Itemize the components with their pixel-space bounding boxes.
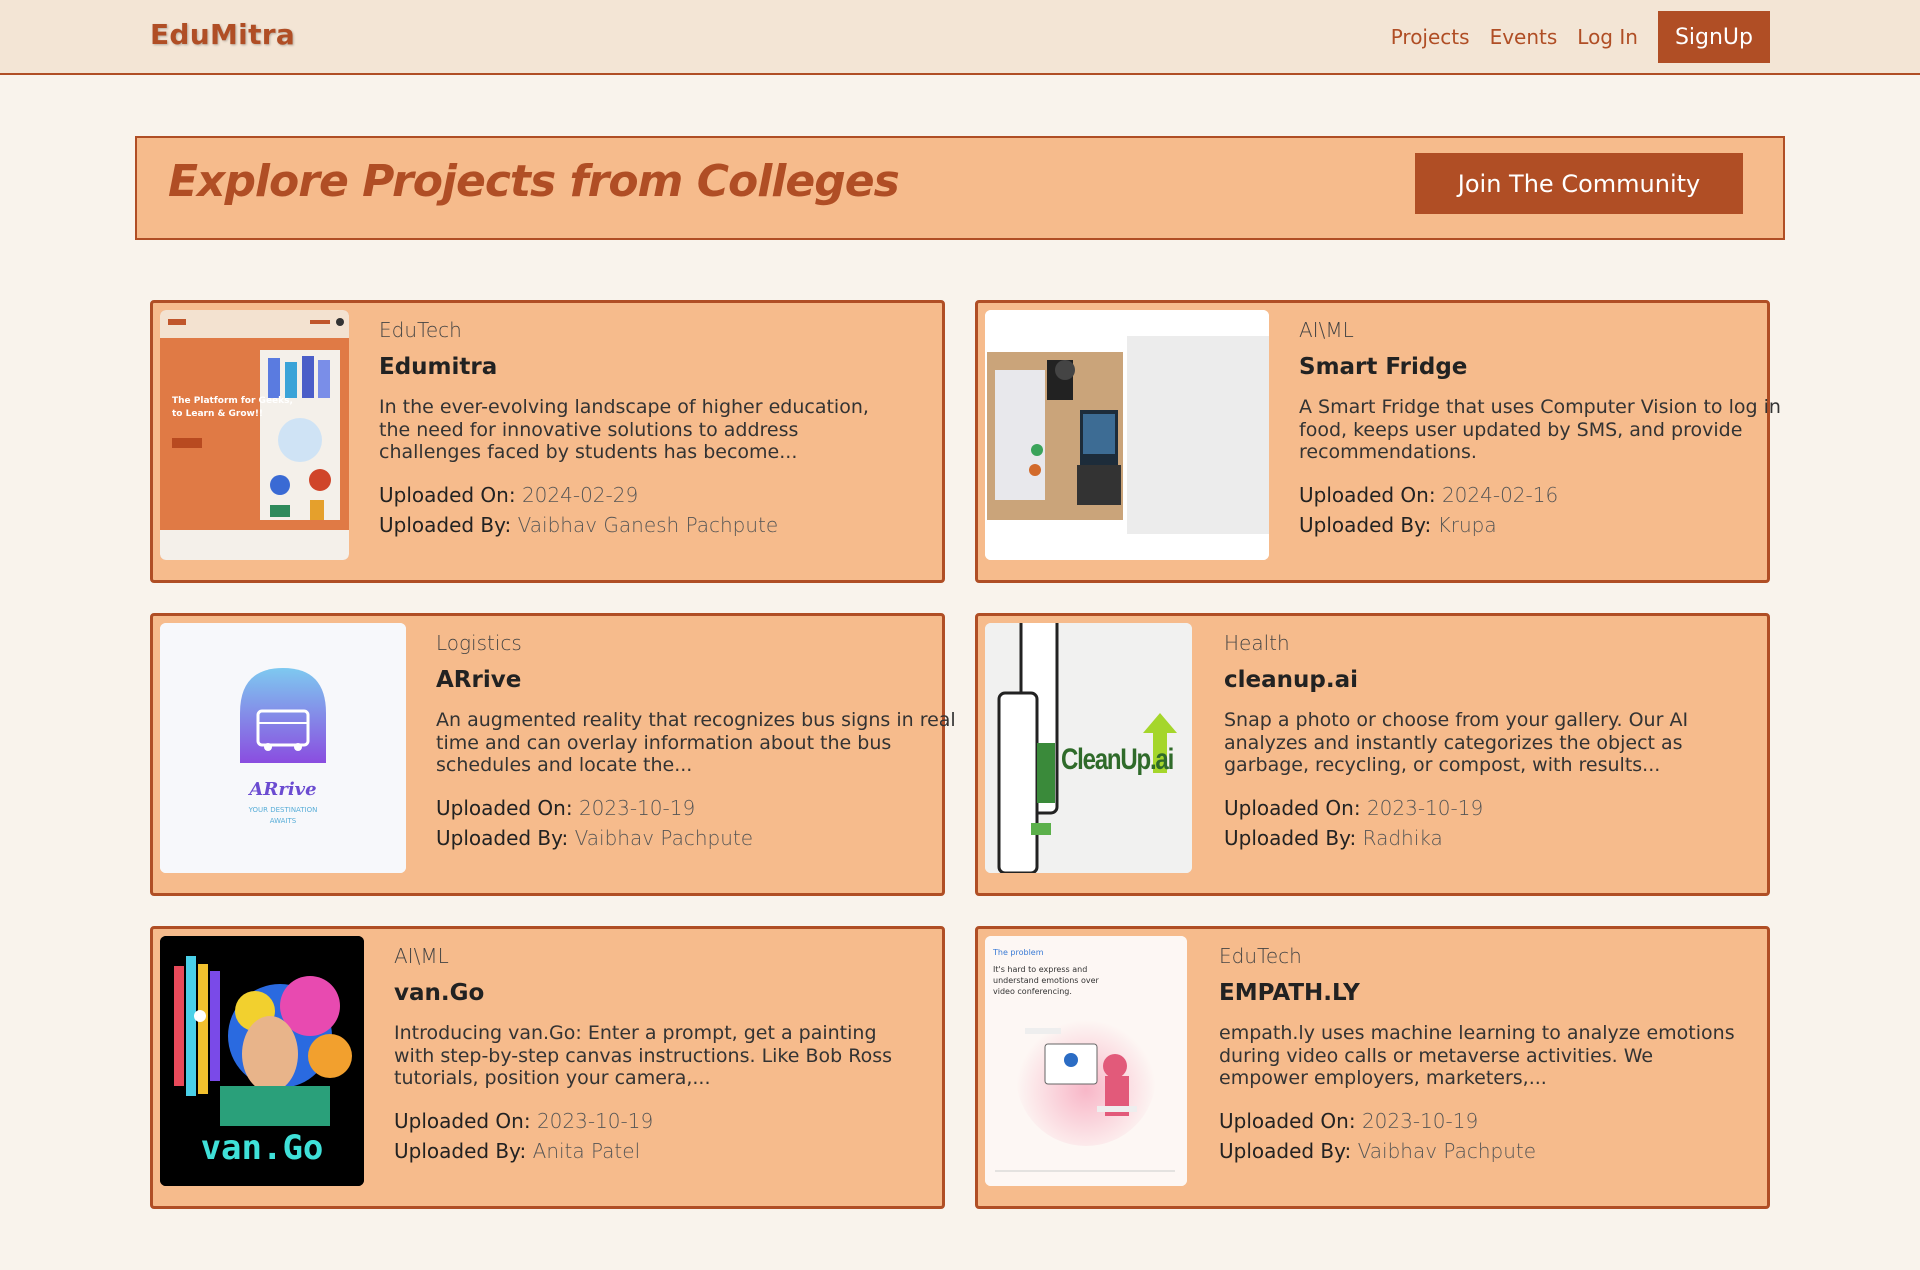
uploaded-by-label: Uploaded By: <box>1299 512 1432 537</box>
slide-heading: The problem <box>993 948 1044 957</box>
uploaded-on-label: Uploaded On: <box>1224 795 1361 820</box>
project-description: Introducing van.Go: Enter a prompt, get … <box>394 1022 893 1089</box>
project-category: EduTech <box>1219 944 1302 968</box>
project-meta: Uploaded On: 2023-10-19 Uploaded By: Rad… <box>1224 793 1744 853</box>
uploaded-by-label: Uploaded By: <box>1224 825 1357 850</box>
uploaded-by-value: Vaibhav Pachpute <box>574 825 754 850</box>
project-description: A Smart Fridge that uses Computer Vision… <box>1299 396 1781 463</box>
vango-logo-text: van.Go <box>200 1128 324 1168</box>
arrive-logo-image <box>160 623 406 873</box>
project-title[interactable]: van.Go <box>394 980 914 1006</box>
project-category: EduTech <box>379 318 462 342</box>
card-text: AI\ML van.Go Introducing van.Go: Enter a… <box>394 944 914 1166</box>
smart-fridge-image <box>985 310 1269 560</box>
project-meta: Uploaded On: 2024-02-16 Uploaded By: Kru… <box>1299 480 1819 540</box>
uploaded-on-label: Uploaded On: <box>394 1108 531 1133</box>
uploaded-on-value: 2024-02-16 <box>1441 482 1559 507</box>
page-title: Explore Projects from Colleges <box>168 156 900 207</box>
project-meta: Uploaded On: 2024-02-29 Uploaded By: Vai… <box>379 480 899 540</box>
uploaded-by-label: Uploaded By: <box>436 825 569 850</box>
svg-text:to Learn & Grow!!: to Learn & Grow!! <box>172 409 263 419</box>
arrive-tagline: YOUR DESTINATION AWAITS <box>248 806 318 825</box>
project-meta: Uploaded On: 2023-10-19 Uploaded By: Ani… <box>394 1106 914 1166</box>
uploaded-by-value: Krupa <box>1437 512 1497 537</box>
project-category: AI\ML <box>394 944 449 968</box>
project-card[interactable]: ARrive YOUR DESTINATION AWAITS Logistics… <box>150 613 956 896</box>
uploaded-by-value: Vaibhav Ganesh Pachpute <box>517 512 779 537</box>
project-description: An augmented reality that recognizes bus… <box>436 709 956 776</box>
signup-button[interactable]: SignUp <box>1657 11 1770 63</box>
navbar: EduMitra Projects Events Log In SignUp <box>0 0 1920 75</box>
project-thumbnail: van.Go <box>160 936 364 1186</box>
project-description: Snap a photo or choose from your gallery… <box>1224 709 1689 776</box>
uploaded-on-value: 2023-10-19 <box>578 795 696 820</box>
project-thumbnail: ARrive YOUR DESTINATION AWAITS <box>160 623 406 873</box>
project-category: AI\ML <box>1299 318 1354 342</box>
uploaded-on-value: 2023-10-19 <box>1366 795 1484 820</box>
card-text: Logistics ARrive An augmented reality th… <box>436 631 956 853</box>
project-card[interactable]: van.Go AI\ML van.Go Introducing van.Go: … <box>150 926 945 1209</box>
slide-subtext: It's hard to express and understand emot… <box>993 965 1099 996</box>
uploaded-by-label: Uploaded By: <box>394 1138 527 1163</box>
project-description: In the ever-evolving landscape of higher… <box>379 396 869 463</box>
project-card[interactable]: The Platform for Geeks, to Learn & Grow!… <box>150 300 945 583</box>
arrive-logo-text: ARrive <box>249 779 317 800</box>
card-text: EduTech EMPATH.LY empath.ly uses machine… <box>1219 944 1739 1166</box>
project-card[interactable]: AI\ML Smart Fridge A Smart Fridge that u… <box>975 300 1781 583</box>
uploaded-on-label: Uploaded On: <box>1219 1108 1356 1133</box>
project-card[interactable]: CleanUp.ai Health cleanup.ai Snap a phot… <box>975 613 1770 896</box>
uploaded-on-label: Uploaded On: <box>379 482 516 507</box>
hero-banner: Explore Projects from Colleges Join The … <box>135 136 1785 240</box>
brand-logo[interactable]: EduMitra <box>150 18 295 51</box>
project-thumbnail: The Platform for Geeks, to Learn & Grow!… <box>160 310 349 560</box>
nav-link-events[interactable]: Events <box>1490 25 1558 49</box>
card-text: EduTech Edumitra In the ever-evolving la… <box>379 318 899 540</box>
cleanup-logo-text: CleanUp.ai <box>1061 743 1174 776</box>
project-description: empath.ly uses machine learning to analy… <box>1219 1022 1735 1089</box>
project-category: Health <box>1224 631 1290 655</box>
uploaded-on-value: 2023-10-19 <box>536 1108 654 1133</box>
card-text: AI\ML Smart Fridge A Smart Fridge that u… <box>1299 318 1819 540</box>
uploaded-on-value: 2024-02-29 <box>521 482 639 507</box>
uploaded-by-value: Anita Patel <box>532 1138 641 1163</box>
nav-link-login[interactable]: Log In <box>1577 25 1638 49</box>
project-meta: Uploaded On: 2023-10-19 Uploaded By: Vai… <box>436 793 956 853</box>
project-title[interactable]: EMPATH.LY <box>1219 980 1739 1006</box>
project-title[interactable]: ARrive <box>436 667 956 693</box>
project-thumbnail: CleanUp.ai <box>985 623 1192 873</box>
nav-links: Projects Events Log In SignUp <box>1371 11 1770 63</box>
project-meta: Uploaded On: 2023-10-19 Uploaded By: Vai… <box>1219 1106 1739 1166</box>
uploaded-by-value: Radhika <box>1362 825 1443 850</box>
uploaded-by-label: Uploaded By: <box>379 512 512 537</box>
uploaded-by-value: Vaibhav Pachpute <box>1357 1138 1537 1163</box>
project-thumbnail: The problem It's hard to express and und… <box>985 936 1187 1186</box>
nav-link-projects[interactable]: Projects <box>1391 25 1470 49</box>
uploaded-by-label: Uploaded By: <box>1219 1138 1352 1163</box>
project-title[interactable]: Edumitra <box>379 354 899 380</box>
project-title[interactable]: cleanup.ai <box>1224 667 1744 693</box>
card-text: Health cleanup.ai Snap a photo or choose… <box>1224 631 1744 853</box>
project-category: Logistics <box>436 631 522 655</box>
uploaded-on-label: Uploaded On: <box>1299 482 1436 507</box>
join-community-button[interactable]: Join The Community <box>1415 153 1743 214</box>
uploaded-on-value: 2023-10-19 <box>1361 1108 1479 1133</box>
project-thumbnail <box>985 310 1269 560</box>
edumitra-screenshot-image: The Platform for Geeks, to Learn & Grow!… <box>160 310 349 560</box>
project-card[interactable]: The problem It's hard to express and und… <box>975 926 1770 1209</box>
project-title[interactable]: Smart Fridge <box>1299 354 1819 380</box>
svg-text:The Platform for Geeks,: The Platform for Geeks, <box>172 396 293 406</box>
uploaded-on-label: Uploaded On: <box>436 795 573 820</box>
